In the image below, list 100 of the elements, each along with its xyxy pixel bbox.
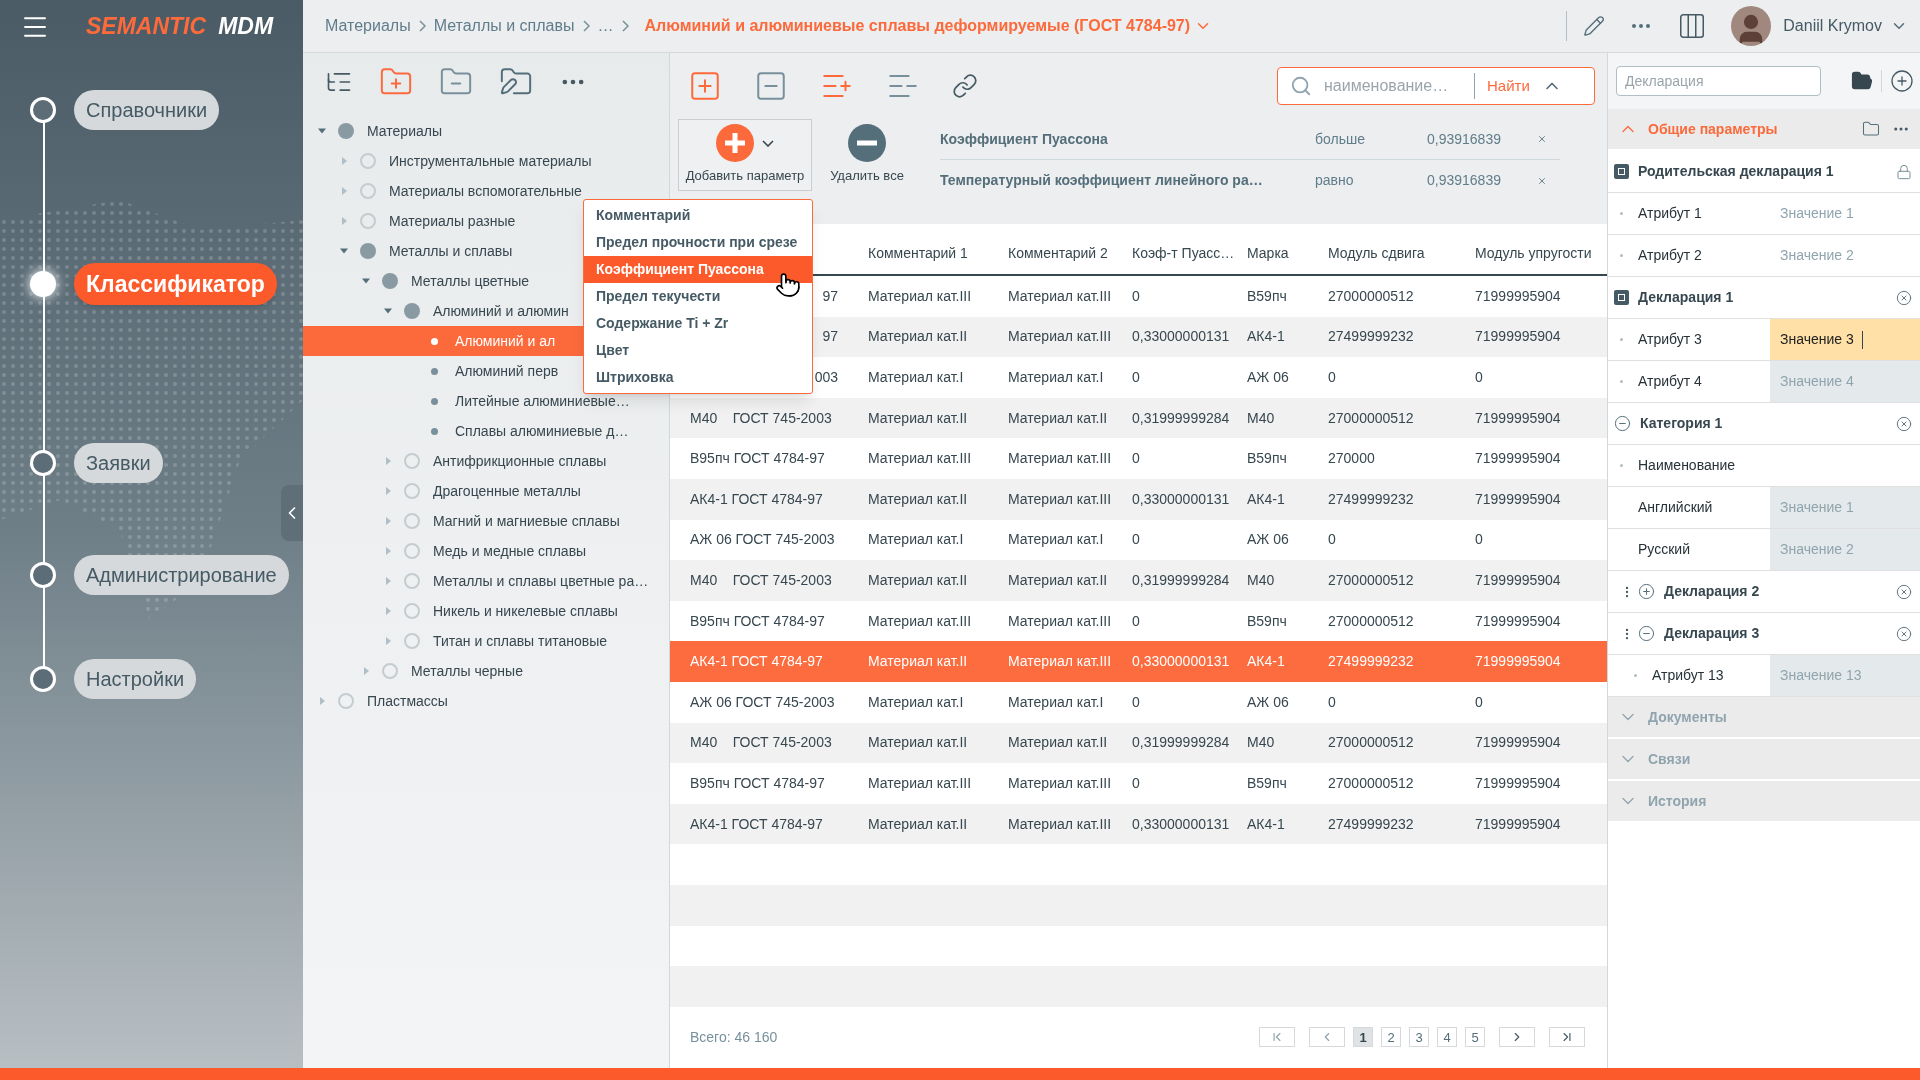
- folder-icon[interactable]: [1862, 120, 1880, 138]
- table-row[interactable]: М40 ГОСТ 745-2003 Материал кат.II Материал кат.II 0,31999999284 М40 27000000512 71999995904: [670, 397, 1607, 439]
- column-header[interactable]: Марка: [1237, 242, 1318, 264]
- nav-item[interactable]: Настройки: [74, 659, 197, 699]
- table-cell-text: 71999995904: [1474, 286, 1562, 306]
- tree-item[interactable]: Никель и никелевые сплавы: [303, 596, 669, 626]
- remove-icon[interactable]: [1896, 625, 1912, 642]
- declaration-badge-icon: [1614, 290, 1629, 305]
- remove-icon[interactable]: [1896, 415, 1912, 432]
- table-row[interactable]: М40 ГОСТ 745-2003 Материал кат.II Материал кат.II 0,31999999284 М40 27000000512 71999995904: [670, 560, 1607, 601]
- table-cell-text: АК4-1 ГОСТ 4784-97: [689, 489, 824, 509]
- user-name[interactable]: Daniil Krymov: [1783, 14, 1882, 38]
- table-cell-text: 27000000512: [1327, 408, 1415, 428]
- logo-text: MDM: [218, 12, 274, 42]
- add-icon[interactable]: [1890, 69, 1914, 93]
- attribute-value[interactable]: Значение 3: [1770, 319, 1920, 360]
- table-cell-text: 0,33000000131: [1131, 489, 1231, 509]
- pencil-icon[interactable]: [1583, 15, 1606, 37]
- delete-all-button[interactable]: Удалить все: [812, 119, 922, 191]
- collapse-icon[interactable]: [1614, 415, 1631, 432]
- table-cell-text: 0: [1474, 368, 1484, 387]
- tree-item[interactable]: Сплавы алюминиевые д…: [303, 416, 669, 446]
- expanded-triangle-icon[interactable]: [362, 278, 370, 284]
- attribute-label: Русский: [1638, 540, 1691, 559]
- nav-item[interactable]: Администрирование: [74, 555, 289, 595]
- folder-icon[interactable]: [1851, 70, 1873, 92]
- table-cell-text: 003: [814, 368, 839, 387]
- tree-item[interactable]: Магний и магниевые сплавы: [303, 506, 669, 536]
- table-row[interactable]: АК4-1 ГОСТ 4784-97 Материал кат.II Материал кат.III 0,33000000131 АК4-1 27499999232 71999995904: [670, 478, 1607, 520]
- square-plus-icon[interactable]: [688, 69, 722, 103]
- table-cell-text: Материал кат.II: [867, 733, 969, 753]
- breadcrumb-link[interactable]: Материалы: [325, 14, 411, 38]
- page-button[interactable]: 4: [1437, 1027, 1457, 1048]
- table-cell-text: М40: [1246, 408, 1276, 428]
- chevron-right-icon: [621, 20, 629, 32]
- tree-item[interactable]: Инструментальные материалы: [303, 146, 669, 176]
- page-button[interactable]: 5: [1465, 1027, 1485, 1048]
- breadcrumb-link[interactable]: …: [597, 14, 614, 38]
- menu-item[interactable]: Предел прочности при срезе: [584, 229, 812, 256]
- tree-item[interactable]: Материалы: [303, 116, 669, 146]
- table-cell-text: Материал кат.III: [1007, 611, 1113, 631]
- collapse-icon[interactable]: [1638, 625, 1655, 642]
- group-title: Декларация 1: [1638, 288, 1734, 307]
- table-cell-text: Материал кат.II: [1007, 408, 1109, 428]
- link-icon[interactable]: [952, 73, 978, 99]
- expanded-triangle-icon[interactable]: [318, 128, 326, 134]
- tree-item[interactable]: Титан и сплавы титановые: [303, 626, 669, 656]
- remove-icon[interactable]: [1896, 289, 1912, 306]
- column-header[interactable]: Комментарий 1: [858, 242, 998, 264]
- collapse-handle[interactable]: [281, 485, 303, 541]
- table-cell-text: Материал кат.III: [1007, 773, 1113, 793]
- chevron-right-icon: [418, 20, 426, 32]
- expanded-triangle-icon[interactable]: [384, 308, 392, 314]
- table-cell-text: АК4-1: [1246, 814, 1286, 834]
- table-cell-text: 0: [1474, 692, 1484, 712]
- tree-item[interactable]: Медь и медные сплавы: [303, 536, 669, 566]
- tree-item[interactable]: Металлы черные: [303, 656, 669, 686]
- total-count: Всего: 46 160: [690, 1027, 778, 1047]
- page-button[interactable]: 2: [1381, 1027, 1401, 1048]
- table-cell-text: 270000: [1327, 449, 1376, 469]
- column-header[interactable]: Коэф-т Пуасс…: [1122, 242, 1237, 264]
- tree-item[interactable]: Металлы и сплавы цветные ра…: [303, 566, 669, 596]
- table-cell-text: Материал кат.III: [1007, 449, 1113, 469]
- nav-item[interactable]: Справочники: [74, 90, 220, 130]
- declaration-search-field[interactable]: Декларация: [1616, 66, 1821, 96]
- tree-item[interactable]: Драгоценные металлы: [303, 476, 669, 506]
- remove-filter-icon[interactable]: [1537, 175, 1547, 186]
- table-row[interactable]: 97 Материал кат.II Материал кат.III 0,33000000131 АК4-1 27499999232 71999995904: [811, 316, 1607, 358]
- table-cell-text: В95пч ГОСТ 4784-97: [689, 611, 826, 631]
- table-cell-text: В95пч ГОСТ 4784-97: [689, 773, 826, 793]
- page-button[interactable]: 3: [1409, 1027, 1429, 1048]
- table-cell-text: 0,33000000131: [1131, 652, 1231, 672]
- nav-item[interactable]: Заявки: [74, 443, 163, 483]
- table-row[interactable]: АК4-1 ГОСТ 4784-97 Материал кат.II Материал кат.III 0,33000000131 АК4-1 27499999232 71999995904: [670, 803, 1607, 845]
- table-cell-text: М40: [1246, 570, 1276, 590]
- table-row[interactable]: М40 ГОСТ 745-2003 Материал кат.II Материал кат.II 0,31999999284 М40 27000000512 71999995904: [670, 722, 1607, 764]
- table-cell-text: 71999995904: [1474, 733, 1562, 753]
- remove-filter-icon[interactable]: [1537, 134, 1547, 144]
- tree-item[interactable]: Пластмассы: [303, 686, 669, 716]
- table-cell-text: 71999995904: [1474, 449, 1562, 469]
- tree-item[interactable]: Антифрикционные сплавы: [303, 446, 669, 476]
- table-cell-text: 0,33000000131: [1131, 814, 1231, 834]
- last-page-button[interactable]: [1549, 1027, 1585, 1048]
- column-header[interactable]: Модуль сдвига: [1318, 242, 1465, 264]
- table-cell-text: Материал кат.I: [1007, 530, 1105, 550]
- expanded-triangle-icon[interactable]: [340, 248, 348, 254]
- table-cell-text: 0: [1131, 773, 1141, 793]
- page-button[interactable]: 1: [1353, 1027, 1373, 1048]
- table-cell-text: М40 ГОСТ 745-2003: [689, 570, 833, 590]
- menu-item[interactable]: Предел текучести: [584, 283, 812, 310]
- expand-icon[interactable]: [1638, 583, 1655, 600]
- square-minus-icon[interactable]: [754, 69, 788, 103]
- add-parameter-button[interactable]: Добавить параметр: [678, 119, 812, 191]
- breadcrumb-link[interactable]: Металлы и сплавы: [433, 14, 575, 38]
- avatar[interactable]: [1731, 6, 1772, 46]
- column-header[interactable]: Модуль упругости: [1465, 242, 1607, 264]
- remove-icon[interactable]: [1896, 583, 1912, 600]
- column-header[interactable]: Комментарий 2: [998, 242, 1122, 264]
- group-title: Категория 1: [1640, 414, 1723, 433]
- attribute-label: Атрибут 3: [1638, 330, 1703, 349]
